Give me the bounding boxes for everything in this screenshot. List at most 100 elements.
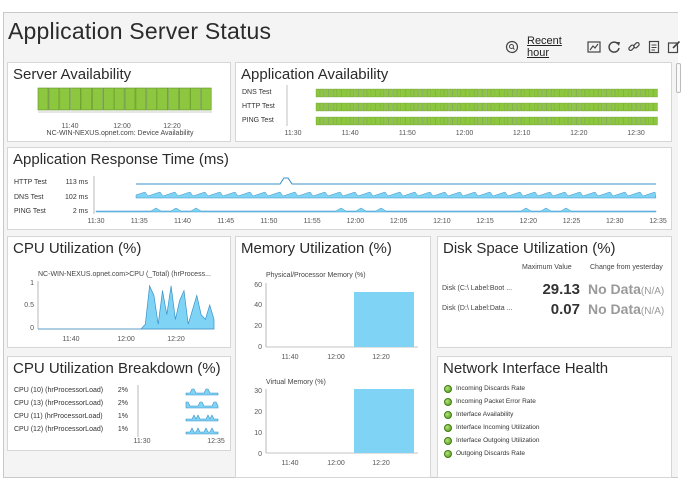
availability-segment — [354, 102, 359, 112]
availability-segment — [563, 116, 568, 126]
availability-segment — [499, 116, 504, 126]
status-ok-icon — [444, 423, 452, 432]
availability-segment — [521, 88, 526, 98]
scrollbar[interactable] — [676, 63, 681, 93]
network-status-item[interactable]: Interface Availability — [444, 409, 513, 420]
availability-segment — [508, 102, 513, 112]
availability-segment — [328, 88, 333, 98]
availability-segment — [469, 102, 474, 112]
network-status-item[interactable]: Interface Incoming Utilization — [444, 422, 539, 433]
availability-segment — [478, 116, 483, 126]
availability-segment — [478, 88, 483, 98]
availability-segment — [597, 88, 603, 98]
application-availability-chart: 11:30 11:40 11:50 12:00 12:10 12:20 12:30 — [285, 85, 658, 137]
time-range-link[interactable]: Recent hour — [527, 35, 577, 59]
x-tick: 12:20 — [372, 460, 390, 467]
x-tick: 11:50 — [399, 130, 416, 137]
availability-segment — [392, 88, 397, 98]
availability-segment — [200, 87, 212, 111]
x-tick: 11:40 — [62, 123, 79, 130]
availability-segment — [435, 116, 440, 126]
disk-max-value: 0.07 — [550, 301, 580, 318]
availability-segment — [482, 88, 487, 98]
y-tick: 20 — [254, 409, 262, 416]
refresh-icon[interactable] — [607, 40, 621, 54]
availability-segment — [572, 116, 577, 126]
x-tick: 12:05 — [390, 218, 408, 225]
availability-segment — [636, 102, 641, 112]
availability-segment — [589, 116, 594, 126]
network-status-item[interactable]: Incoming Packet Error Rate — [444, 396, 536, 407]
availability-segment — [615, 88, 620, 98]
disk-max-value: 29.13 — [542, 281, 580, 298]
x-tick: 11:50 — [260, 218, 277, 225]
availability-segment — [320, 116, 325, 126]
availability-segment — [602, 116, 607, 126]
availability-segment — [367, 88, 372, 98]
availability-segment — [576, 88, 581, 98]
edit-icon[interactable] — [667, 40, 681, 54]
cpu-chart: 1 0.5 0 11:40 12:00 12:20 — [24, 280, 215, 343]
availability-segment — [512, 102, 517, 112]
availability-segment — [559, 102, 564, 112]
network-status-item[interactable]: Incoming Discards Rate — [444, 383, 525, 394]
availability-segment — [358, 88, 363, 98]
availability-segment — [435, 88, 440, 98]
availability-segment — [538, 102, 543, 112]
x-tick: 11:40 — [282, 460, 299, 467]
x-tick: 12:00 — [456, 130, 474, 137]
x-tick: 12:20 — [520, 218, 538, 225]
report-icon[interactable] — [647, 40, 661, 54]
network-status-item[interactable]: Interface Outgoing Utilization — [444, 435, 539, 446]
availability-segment — [580, 102, 585, 112]
availability-segment — [538, 116, 543, 126]
disk-row[interactable]: Disk (C:\ Label:Boot ... 29.13 No Data(N… — [442, 281, 672, 298]
availability-segment — [405, 88, 410, 98]
availability-segment — [645, 116, 650, 126]
availability-segment — [640, 88, 645, 98]
availability-segment — [623, 102, 628, 112]
availability-segment — [610, 102, 615, 112]
availability-segment — [384, 102, 389, 112]
availability-segment — [405, 102, 410, 112]
availability-segment — [555, 102, 560, 112]
availability-segment — [367, 102, 372, 112]
availability-segment — [328, 116, 333, 126]
availability-segment — [602, 102, 607, 112]
x-tick: 12:20 — [163, 123, 181, 130]
disk-row[interactable]: Disk (D:\ Label:Data ... 0.07 No Data(N/… — [442, 301, 672, 318]
y-tick: 0 — [30, 325, 34, 332]
availability-segment — [555, 88, 560, 98]
x-tick: 11:30 — [88, 218, 105, 225]
availability-segment — [482, 102, 487, 112]
availability-segment — [371, 88, 376, 98]
availability-segment — [392, 102, 397, 112]
server-availability-card: Server Availability 11:40 12:00 12:20 NC… — [7, 62, 231, 142]
link-icon[interactable] — [627, 40, 641, 54]
chart-icon[interactable] — [587, 40, 601, 54]
x-tick: 11:55 — [304, 218, 321, 225]
cpu-series-area — [38, 284, 215, 330]
availability-segment — [486, 88, 491, 98]
availability-segment — [495, 88, 500, 98]
availability-segment — [508, 88, 513, 98]
availability-segment — [414, 116, 419, 126]
disk-label: Disk (C:\ Label:Boot ... — [442, 285, 513, 292]
availability-segment — [418, 102, 423, 112]
availability-segment — [593, 102, 598, 112]
cpu-sparkline — [185, 388, 219, 396]
availability-segment — [328, 102, 333, 112]
availability-segment — [529, 88, 534, 98]
cpu-sparkline — [185, 401, 219, 409]
availability-segment — [113, 87, 125, 111]
search-icon[interactable] — [505, 40, 519, 54]
availability-segment — [444, 116, 449, 126]
disk-label: Disk (D:\ Label:Data ... — [442, 305, 513, 312]
availability-segment — [461, 88, 466, 98]
availability-segment — [516, 88, 521, 98]
network-status-item[interactable]: Outgoing Discards Rate — [444, 448, 525, 459]
page-title: Application Server Status — [8, 18, 272, 44]
availability-segment — [486, 102, 491, 112]
availability-segment — [124, 87, 136, 111]
availability-segment — [405, 116, 410, 126]
